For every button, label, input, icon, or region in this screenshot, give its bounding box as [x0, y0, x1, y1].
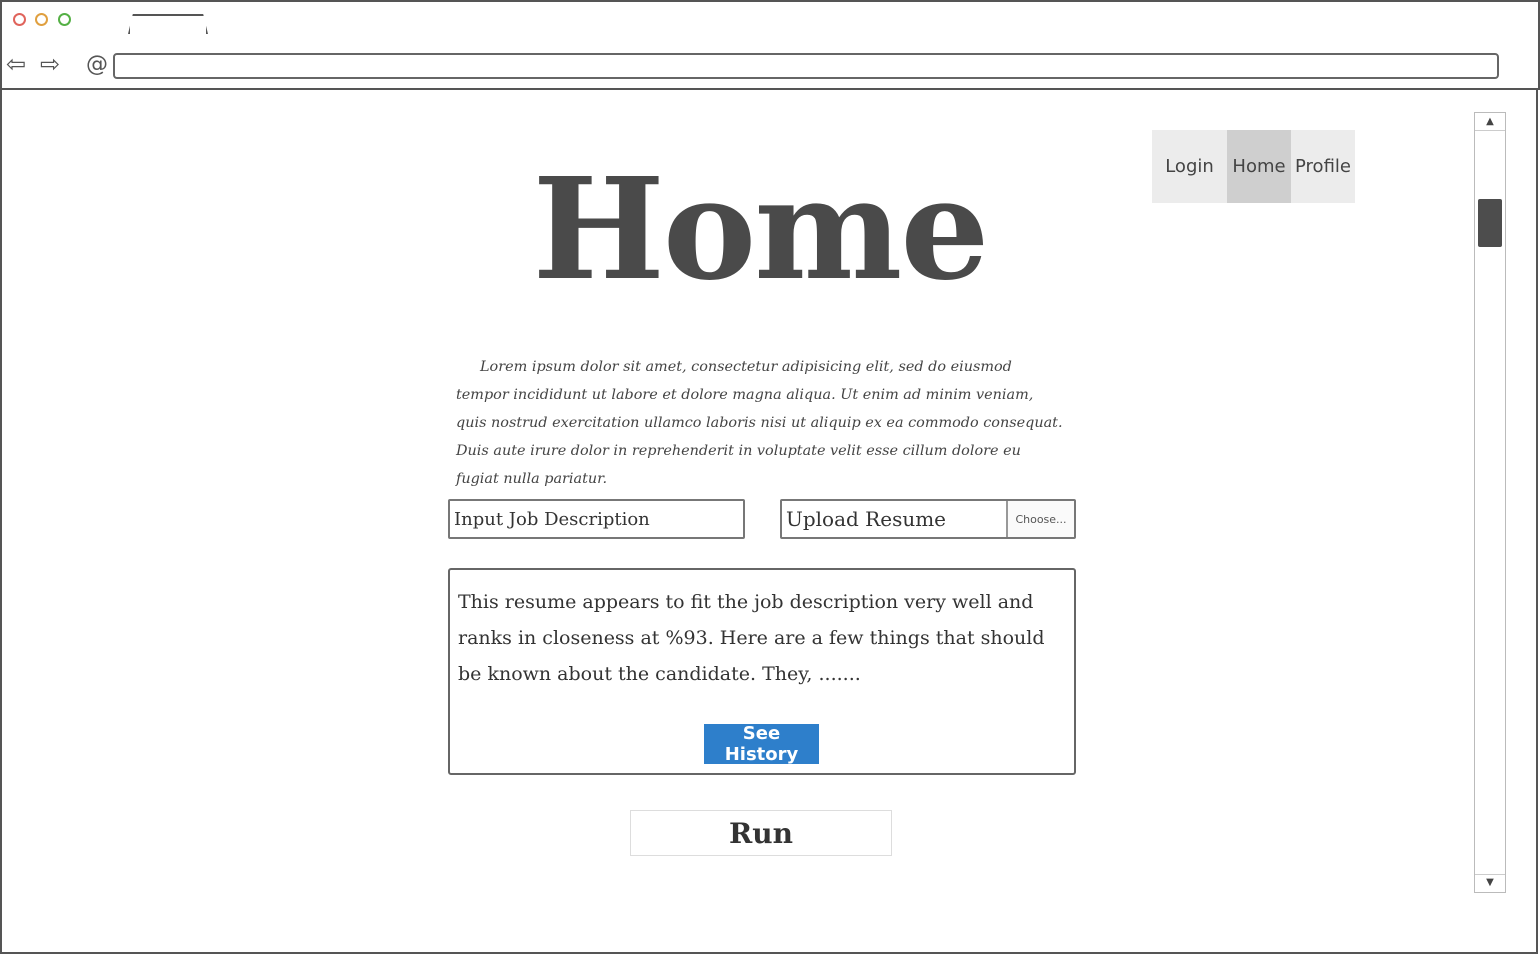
upload-resume-field[interactable]: Upload Resume Choose...	[780, 499, 1076, 539]
close-window-icon[interactable]	[13, 13, 26, 26]
intro-paragraph: Lorem ipsum dolor sit amet, consectetur …	[456, 359, 1063, 487]
scroll-up-icon[interactable]: ▲	[1475, 114, 1505, 131]
browser-titlebar	[0, 0, 1540, 36]
arrow-left-icon[interactable]: ⇦	[6, 52, 26, 76]
maximize-window-icon[interactable]	[58, 13, 71, 26]
page-scrollbar[interactable]: ▲ ▼	[1474, 112, 1506, 893]
arrow-right-icon[interactable]: ⇨	[40, 52, 60, 76]
nav-item-home[interactable]: Home	[1227, 130, 1291, 203]
result-text: This resume appears to fit the job descr…	[458, 591, 1045, 685]
minimize-window-icon[interactable]	[35, 13, 48, 26]
nav-item-login[interactable]: Login	[1152, 130, 1227, 203]
scroll-down-icon[interactable]: ▼	[1475, 874, 1505, 891]
top-nav: Login Home Profile	[1152, 130, 1355, 203]
reload-icon[interactable]: @	[86, 53, 108, 77]
run-button[interactable]: Run	[630, 810, 892, 856]
browser-tab[interactable]	[128, 14, 208, 34]
upload-resume-label: Upload Resume	[786, 507, 947, 531]
job-description-field[interactable]	[448, 499, 745, 539]
result-panel: This resume appears to fit the job descr…	[448, 568, 1076, 775]
job-description-input[interactable]	[450, 501, 743, 537]
scroll-thumb[interactable]	[1478, 199, 1502, 247]
see-history-button[interactable]: See History	[704, 723, 819, 765]
page-title: Home	[532, 148, 990, 312]
nav-item-profile[interactable]: Profile	[1291, 130, 1355, 203]
choose-file-button[interactable]: Choose...	[1006, 501, 1074, 537]
url-bar[interactable]	[113, 53, 1499, 79]
